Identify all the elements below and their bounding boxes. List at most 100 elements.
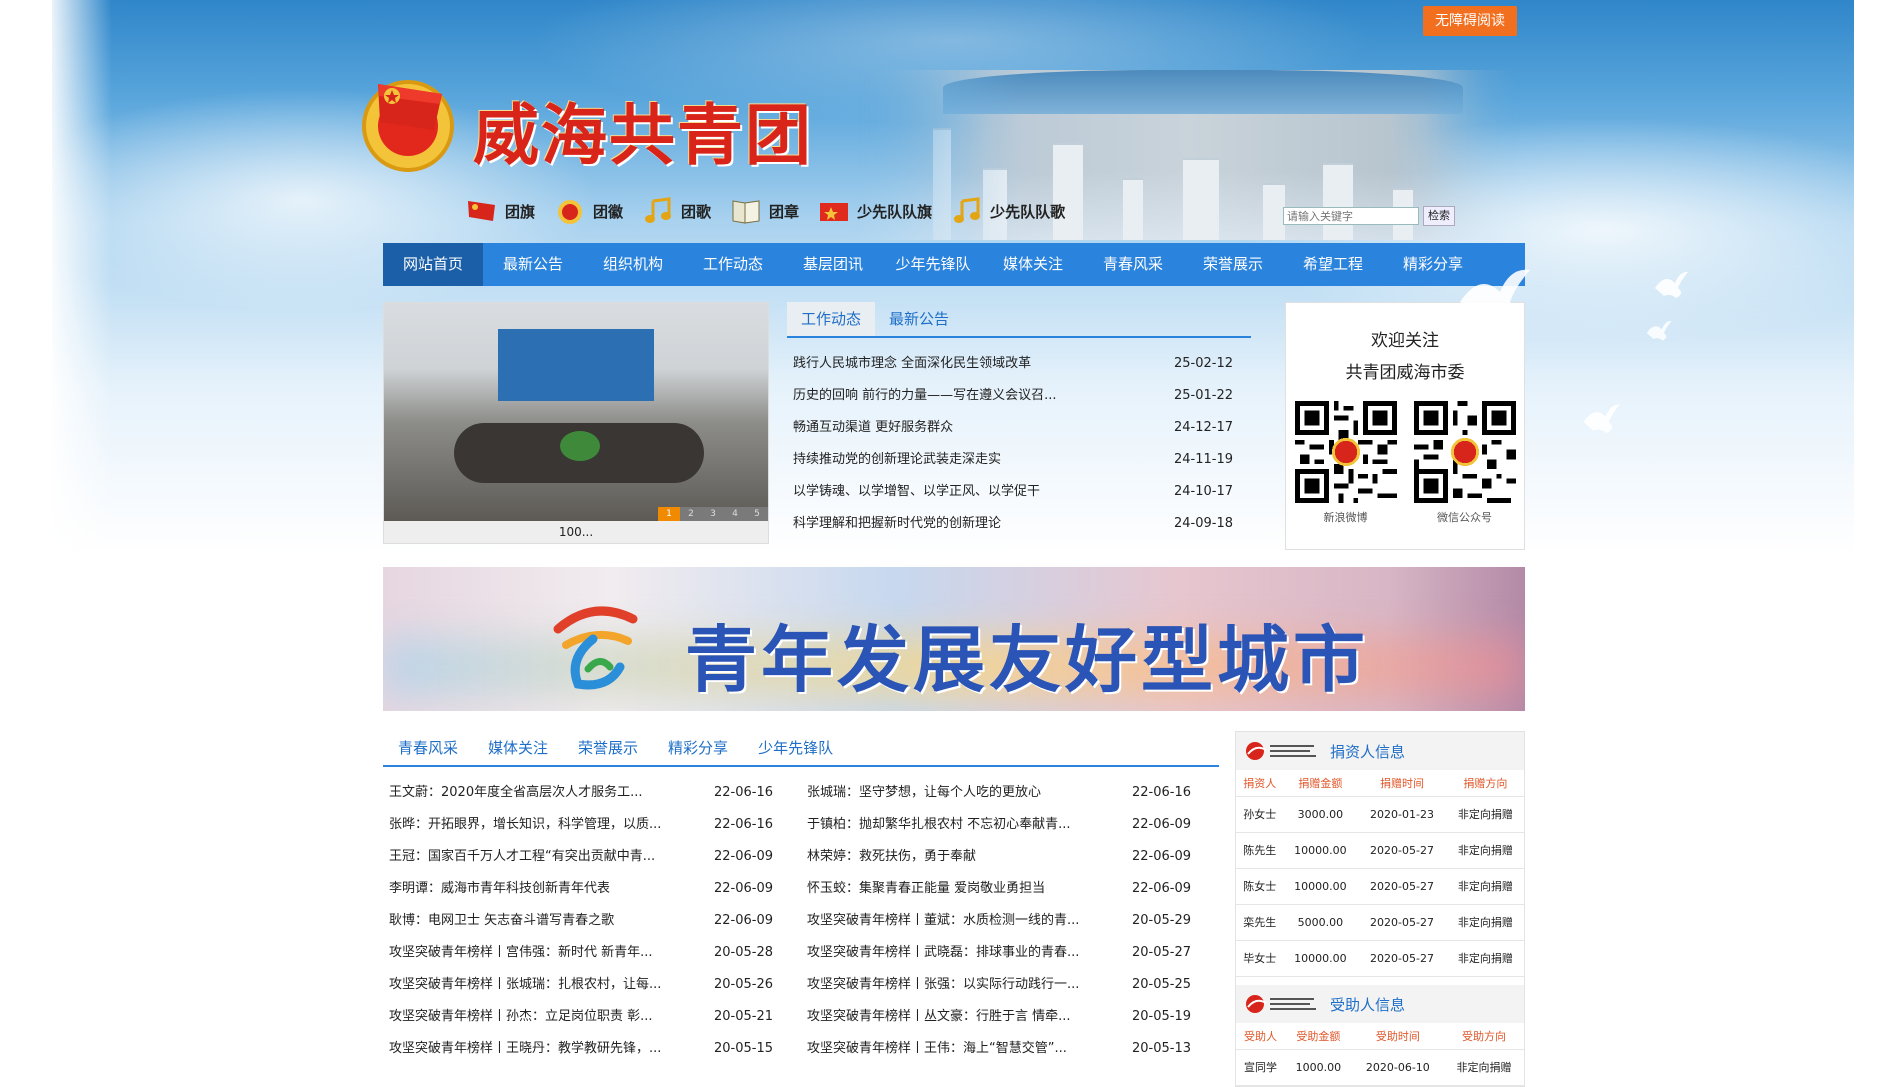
nav-item-home[interactable]: 网站首页 — [383, 243, 483, 286]
donor-title[interactable]: 捐资人信息 — [1330, 741, 1405, 762]
nav-item-work-news[interactable]: 工作动态 — [683, 243, 783, 286]
feature-panel: 青春风采 媒体关注 荣誉展示 精彩分享 少年先锋队 王文蔚：2020年度全省高层… — [383, 731, 1219, 1065]
search-input[interactable] — [1283, 207, 1419, 225]
list-item[interactable]: 历史的回响 前行的力量——写在遵义会议召... 25-01-22 — [787, 380, 1251, 412]
tab-honors[interactable]: 荣誉展示 — [563, 731, 653, 765]
list-item[interactable]: 攻坚突破青年榜样丨孙杰：立足岗位职责 彰... 20-05-21 — [383, 1001, 801, 1033]
list-item[interactable]: 王冠：国家百千万人才工程“有突出贡献中青... 22-06-09 — [383, 841, 801, 873]
feature-tabs: 青春风采 媒体关注 荣誉展示 精彩分享 少年先锋队 — [383, 731, 1219, 767]
quick-link-shaoxiandui-flag[interactable]: 少先队队旗 — [817, 197, 932, 225]
nav-item-grassroots[interactable]: 基层团讯 — [783, 243, 883, 286]
news-title[interactable]: 持续推动党的创新理论武装走深走实 — [793, 444, 1001, 476]
hope-project-panel: 捐资人信息 捐资人 捐赠金额 捐赠时间 捐赠方向 孙女士 3000.00 2020-… — [1235, 731, 1525, 1087]
list-item[interactable]: 耿博：电网卫士 矢志奋斗谱写青春之歌 22-06-09 — [383, 905, 801, 937]
list-item[interactable]: 张晔：开拓眼界，增长知识，科学管理，以质... 22-06-16 — [383, 809, 801, 841]
list-item[interactable]: 张城瑞：坚守梦想，让每个人吃的更放心 22-06-16 — [801, 777, 1219, 809]
list-item[interactable]: 攻坚突破青年榜样丨董斌：水质检测一线的青... 20-05-29 — [801, 905, 1219, 937]
list-item[interactable]: 攻坚突破青年榜样丨张强：以实际行动践行一... 20-05-25 — [801, 969, 1219, 1001]
quick-link-tuanqi[interactable]: 团旗 — [465, 197, 535, 225]
aid-header: 受助人信息 — [1236, 985, 1524, 1023]
list-item[interactable]: 于镇柏：抛却繁华扎根农村 不忘初心奉献青... 22-06-09 — [801, 809, 1219, 841]
list-item[interactable]: 李明谭：威海市青年科技创新青年代表 22-06-09 — [383, 873, 801, 905]
tab-announcements[interactable]: 最新公告 — [875, 302, 963, 336]
quick-link-tuanzhang[interactable]: 团章 — [729, 197, 799, 225]
youth-city-banner[interactable]: 青年发展友好型城市 — [383, 567, 1525, 711]
nav-item-announcements[interactable]: 最新公告 — [483, 243, 583, 286]
slider-dot[interactable]: 3 — [702, 507, 724, 521]
news-title[interactable]: 践行人民城市理念 全面深化民生领域改革 — [793, 348, 1031, 380]
quick-link-shaoxiandui-song[interactable]: 少先队队歌 — [950, 197, 1065, 225]
aid-table: 受助人 受助金额 受助时间 受助方向 宣同学 1000.00 2020-06-10 非… — [1236, 1023, 1524, 1086]
aid-title[interactable]: 受助人信息 — [1330, 994, 1405, 1015]
dove-icon — [1583, 404, 1620, 433]
news-title[interactable]: 历史的回响 前行的力量——写在遵义会议召... — [793, 380, 1057, 412]
table-row[interactable]: 陈女士 10000.00 2020-05-27 非定向捐赠 — [1236, 868, 1524, 905]
list-item[interactable]: 攻坚突破青年榜样丨宫伟强：新时代 新青年... 20-05-28 — [383, 937, 801, 969]
tab-sharing[interactable]: 精彩分享 — [653, 731, 743, 765]
search-button[interactable]: 检索 — [1423, 206, 1455, 226]
dove-icon — [1460, 269, 1530, 322]
list-item[interactable]: 怀玉蛟：集聚青春正能量 爱岗敬业勇担当 22-06-09 — [801, 873, 1219, 905]
news-tabs: 工作动态 最新公告 — [787, 302, 1251, 338]
slider-photo[interactable] — [384, 303, 768, 521]
table-row[interactable]: 孙女士 3000.00 2020-01-23 非定向捐赠 — [1236, 796, 1524, 833]
news-list: 践行人民城市理念 全面深化民生领域改革 25-02-12 历史的回响 前行的力量—… — [787, 348, 1251, 540]
photo-slider[interactable]: 1 2 3 4 5 100... — [383, 302, 769, 544]
tab-youth-style[interactable]: 青春风采 — [383, 731, 473, 765]
news-title[interactable]: 科学理解和把握新时代党的创新理论 — [793, 508, 1001, 540]
feature-list: 王文蔚：2020年度全省高层次人才服务工... 22-06-16 张城瑞：坚守梦想… — [383, 777, 1219, 1065]
nav-item-organization[interactable]: 组织机构 — [583, 243, 683, 286]
qr-weibo[interactable]: 新浪微博 — [1294, 401, 1397, 525]
quick-link-tuange[interactable]: 团歌 — [641, 197, 711, 225]
tab-work-news[interactable]: 工作动态 — [787, 302, 876, 336]
list-item[interactable]: 林荣婷：救死扶伤，勇于奉献 22-06-09 — [801, 841, 1219, 873]
news-date: 24-12-17 — [1173, 420, 1233, 435]
slider-dot[interactable]: 1 — [658, 507, 680, 521]
list-item[interactable]: 攻坚突破青年榜样丨王伟：海上“智慧交管”... 20-05-13 — [801, 1033, 1219, 1065]
quick-links: 团旗 团徽 团歌 团章 少先队队旗 少先队队歌 — [465, 196, 1065, 226]
donor-header: 捐资人信息 — [1236, 732, 1524, 770]
list-item[interactable]: 攻坚突破青年榜样丨张城瑞：扎根农村，让每... 20-05-26 — [383, 969, 801, 1001]
table-row[interactable]: 毕女士 10000.00 2020-05-27 非定向捐赠 — [1236, 940, 1524, 977]
nav-item-young-pioneers[interactable]: 少年先锋队 — [883, 243, 983, 286]
accessibility-button[interactable]: 无障碍阅读 — [1423, 6, 1517, 36]
tab-media[interactable]: 媒体关注 — [473, 731, 563, 765]
news-title[interactable]: 以学铸魂、以学增智、以学正风、以学促干 — [793, 476, 1040, 508]
nav-item-media[interactable]: 媒体关注 — [983, 243, 1083, 286]
news-panel: 工作动态 最新公告 践行人民城市理念 全面深化民生领域改革 25-02-12 历史… — [787, 302, 1251, 540]
table-row[interactable]: 陈先生 10000.00 2020-05-27 非定向捐赠 — [1236, 832, 1524, 869]
list-item[interactable]: 王文蔚：2020年度全省高层次人才服务工... 22-06-16 — [383, 777, 801, 809]
qr-label: 新浪微博 — [1323, 511, 1368, 524]
qr-label: 微信公众号 — [1437, 511, 1492, 524]
list-item[interactable]: 攻坚突破青年榜样丨丛文豪：行胜于言 情牵... 20-05-19 — [801, 1001, 1219, 1033]
donor-table: 捐资人 捐赠金额 捐赠时间 捐赠方向 孙女士 3000.00 2020-01-23 非… — [1236, 770, 1524, 977]
nav-item-youth-style[interactable]: 青春风采 — [1083, 243, 1183, 286]
slider-dot[interactable]: 2 — [680, 507, 702, 521]
qr-code-icon — [1413, 401, 1516, 503]
list-item[interactable]: 践行人民城市理念 全面深化民生领域改革 25-02-12 — [787, 348, 1251, 380]
news-date: 24-10-17 — [1173, 484, 1233, 499]
quick-link-tuanhui[interactable]: 团徽 — [553, 197, 623, 225]
list-item[interactable]: 攻坚突破青年榜样丨王晓丹：教学教研先锋，... 20-05-15 — [383, 1033, 801, 1065]
list-item[interactable]: 以学铸魂、以学增智、以学正风、以学促干 24-10-17 — [787, 476, 1251, 508]
slider-dot[interactable]: 5 — [746, 507, 768, 521]
nav-item-honors[interactable]: 荣誉展示 — [1183, 243, 1283, 286]
list-item[interactable]: 畅通互动渠道 更好服务群众 24-12-17 — [787, 412, 1251, 444]
league-emblem-icon — [558, 200, 583, 224]
news-date: 24-09-18 — [1173, 516, 1233, 531]
site-header: 无障碍阅读 威海共青团 团旗 团徽 团歌 团章 少先队队旗 少先队队歌 请输入关… — [362, 0, 1525, 240]
slider-dot[interactable]: 4 — [724, 507, 746, 521]
list-item[interactable]: 持续推动党的创新理论武装走深走实 24-11-19 — [787, 444, 1251, 476]
news-title[interactable]: 畅通互动渠道 更好服务群众 — [793, 412, 953, 444]
nav-item-hope-project[interactable]: 希望工程 — [1283, 243, 1383, 286]
hope-project-logo — [1246, 995, 1316, 1013]
qr-wechat[interactable]: 微信公众号 — [1413, 401, 1516, 525]
slider-caption[interactable]: 100... — [384, 521, 768, 543]
music-note-icon — [954, 197, 981, 223]
tab-young-pioneers[interactable]: 少年先锋队 — [743, 731, 848, 765]
table-row[interactable]: 栾先生 5000.00 2020-05-27 非定向捐赠 — [1236, 904, 1524, 941]
list-item[interactable]: 攻坚突破青年榜样丨武晓磊：排球事业的青春... 20-05-27 — [801, 937, 1219, 969]
follow-line-2: 共青团威海市委 — [1345, 363, 1465, 383]
list-item[interactable]: 科学理解和把握新时代党的创新理论 24-09-18 — [787, 508, 1251, 540]
table-row[interactable]: 宣同学 1000.00 2020-06-10 非定向捐赠 — [1236, 1049, 1524, 1086]
